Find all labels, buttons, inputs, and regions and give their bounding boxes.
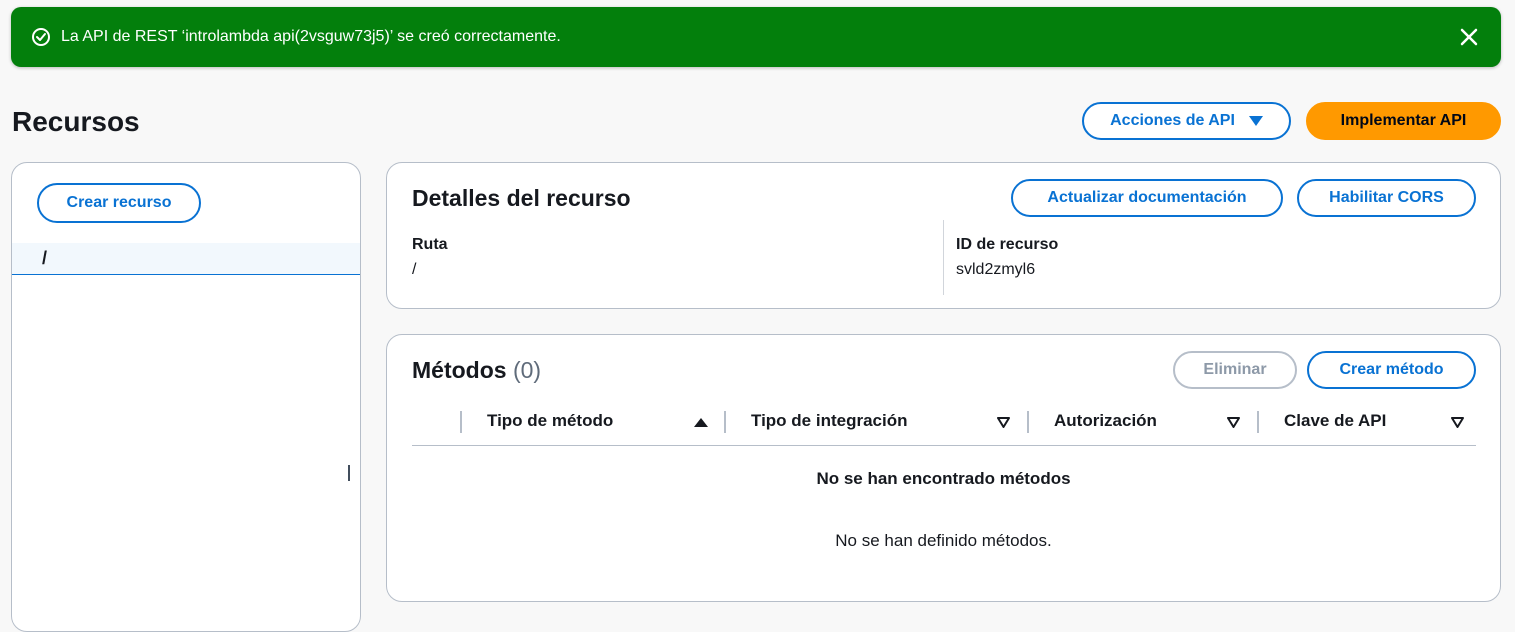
column-resizer[interactable] — [460, 411, 462, 433]
close-icon[interactable] — [1457, 25, 1481, 49]
column-resizer[interactable] — [1257, 411, 1259, 433]
resources-tree-panel: Crear recurso / — [11, 162, 361, 632]
api-actions-button[interactable]: Acciones de API — [1082, 102, 1291, 140]
caret-down-icon — [1248, 116, 1263, 126]
methods-panel: Métodos (0) Eliminar Crear método Tipo d… — [386, 334, 1501, 602]
deploy-api-button[interactable]: Implementar API — [1306, 102, 1501, 140]
resource-id-label: ID de recurso — [956, 236, 1059, 253]
column-header-method-type[interactable]: Tipo de método — [487, 411, 613, 431]
empty-state-title: No se han encontrado métodos — [816, 469, 1071, 488]
delete-method-button[interactable]: Eliminar — [1173, 351, 1297, 389]
column-resizer[interactable] — [1027, 411, 1029, 433]
methods-title-text: Métodos — [412, 357, 507, 383]
tree-item-root[interactable]: / — [12, 243, 360, 274]
update-documentation-button[interactable]: Actualizar documentación — [1011, 179, 1283, 217]
page-title: Recursos — [12, 106, 140, 137]
column-header-integration-type[interactable]: Tipo de integración — [751, 411, 907, 431]
enable-cors-button[interactable]: Habilitar CORS — [1297, 179, 1476, 217]
column-divider — [943, 220, 944, 295]
sort-descending-icon[interactable] — [997, 417, 1010, 428]
path-label: Ruta — [412, 236, 448, 253]
sort-ascending-icon[interactable] — [694, 418, 708, 427]
create-method-button[interactable]: Crear método — [1307, 351, 1476, 389]
check-circle-icon — [32, 28, 50, 46]
success-notification: La API de REST ‘introlambda api(2vsguw73… — [11, 7, 1501, 67]
tree-divider — [12, 274, 360, 275]
sort-descending-icon[interactable] — [1451, 417, 1464, 428]
sort-descending-icon[interactable] — [1227, 417, 1240, 428]
column-header-api-key[interactable]: Clave de API — [1284, 411, 1386, 431]
notification-message: La API de REST ‘introlambda api(2vsguw73… — [61, 28, 561, 45]
methods-title: Métodos (0) — [412, 355, 541, 385]
path-value: / — [412, 261, 417, 278]
create-resource-button[interactable]: Crear recurso — [37, 183, 201, 223]
resource-details-panel: Detalles del recurso Actualizar document… — [386, 162, 1501, 309]
table-header-divider — [412, 445, 1476, 446]
details-title: Detalles del recurso — [412, 185, 631, 211]
api-actions-label: Acciones de API — [1110, 112, 1235, 129]
panel-resize-handle[interactable] — [348, 465, 350, 481]
tree-item-label: / — [42, 248, 48, 268]
resource-id-value: svld2zmyl6 — [956, 261, 1036, 278]
methods-count: (0) — [512, 357, 542, 383]
empty-state-description: No se han definido métodos. — [835, 531, 1052, 550]
column-header-authorization[interactable]: Autorización — [1054, 411, 1157, 431]
column-resizer[interactable] — [724, 411, 726, 433]
